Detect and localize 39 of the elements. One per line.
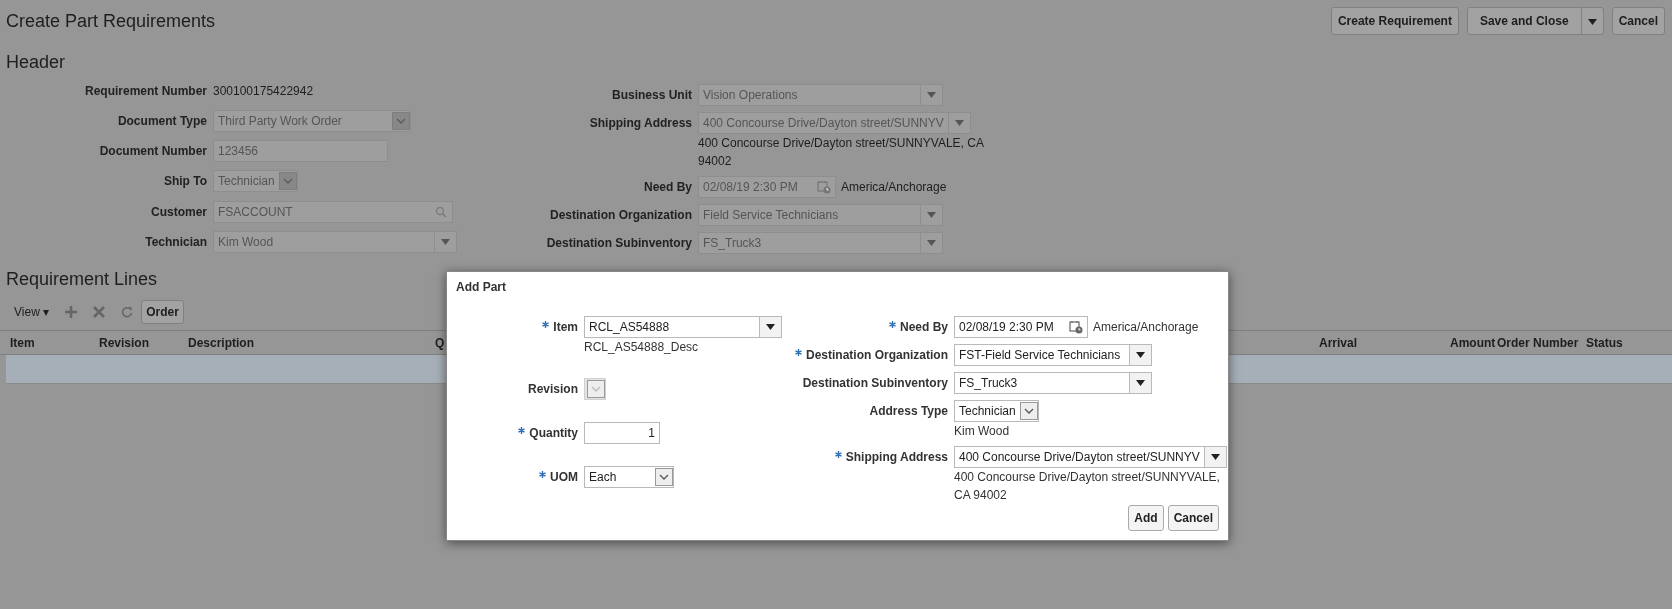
field-label: Business Unit: [612, 88, 692, 102]
field-label: Destination Subinventory: [546, 236, 692, 250]
field-label: Customer: [151, 204, 207, 219]
dialog-title: Add Part: [455, 279, 507, 296]
page-title: Create Part Requirements: [6, 9, 216, 33]
column-header: Item: [10, 335, 35, 350]
field-label: Ship To: [163, 174, 207, 189]
column-header: Arrival: [1319, 335, 1358, 350]
field-note: 400 Concourse Drive/Dayton street/SUNNYVALE, CA 94002: [698, 135, 984, 168]
column-header: Description: [188, 335, 254, 350]
field-label: Document Number: [99, 144, 207, 159]
field-value: 300100175422942: [213, 83, 314, 100]
field-label: Revision: [528, 382, 578, 396]
column-header: Q: [435, 335, 445, 350]
column-header: Revision: [99, 335, 149, 350]
field-note: RCL_AS54888_Desc: [584, 339, 699, 354]
field-label: Shipping Address: [589, 116, 692, 130]
field-label: Need By: [643, 180, 692, 194]
section-title: Requirement Lines: [6, 268, 158, 291]
field-label: Requirement Number: [84, 84, 207, 98]
field-label: Document Type: [117, 114, 207, 129]
column-header: Order Number: [1497, 335, 1579, 350]
field-label: Destination Subinventory: [802, 376, 948, 390]
section-title: Header: [6, 51, 66, 74]
field-label: Need By: [899, 320, 948, 334]
column-header: Amount: [1450, 335, 1496, 350]
field-label: UOM: [550, 470, 578, 484]
timezone-label: America/Anchorage: [840, 179, 947, 196]
column-header: Status: [1586, 335, 1623, 350]
timezone-label: America/Anchorage: [1092, 319, 1199, 336]
field-label: Technician: [145, 234, 207, 249]
field-label: Destination Organization: [550, 208, 692, 222]
field-label: Quantity: [529, 426, 578, 440]
field-label: Destination Organization: [806, 348, 948, 362]
field-note: Kim Wood: [954, 423, 1010, 438]
field-label: Item: [553, 320, 578, 334]
field-label: Shipping Address: [845, 450, 948, 464]
field-label: Address Type: [869, 404, 948, 418]
field-note: 400 Concourse Drive/Dayton street/SUNNYVALE, CA 94002: [954, 469, 1220, 502]
